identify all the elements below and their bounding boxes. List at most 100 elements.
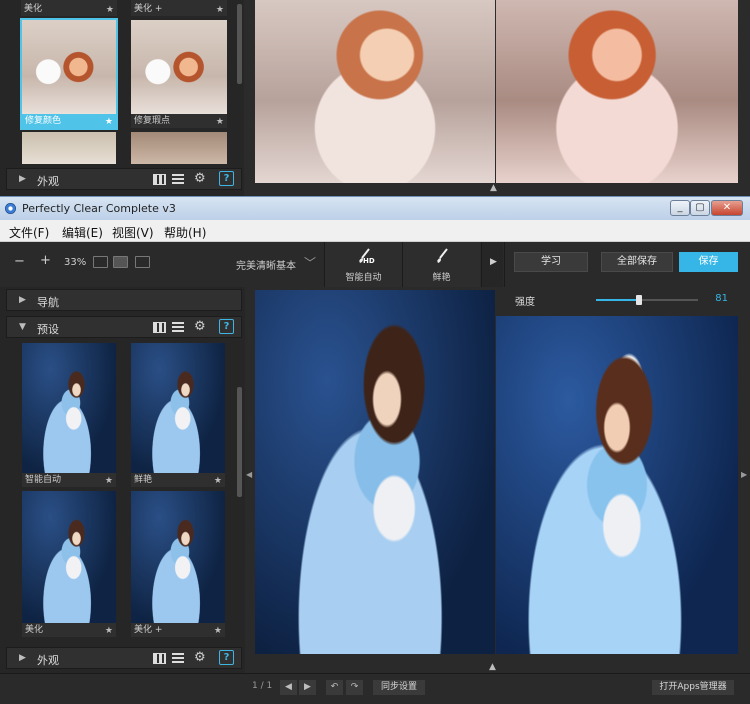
preset-scroll-right[interactable]: ▶: [481, 242, 503, 287]
top-panel-scrollbar[interactable]: [237, 4, 242, 84]
save-all-button[interactable]: 全部保存: [601, 252, 673, 272]
sync-settings-button[interactable]: 同步设置: [373, 680, 425, 695]
preset-thumb-beautify[interactable]: 美化 ★: [22, 491, 116, 637]
grid-view-icon[interactable]: [153, 653, 166, 664]
app-logo-icon: [5, 203, 16, 214]
preset-name[interactable]: 完美清晰基本: [236, 257, 296, 272]
strength-control: 强度 81: [504, 287, 740, 316]
menu-file[interactable]: 文件(F): [9, 224, 49, 241]
preset-slot-smart-auto[interactable]: HD 智能自动: [324, 242, 402, 287]
minimize-button[interactable]: _: [670, 200, 690, 216]
appearance-header[interactable]: ▶ 外观 ⚙ ?: [6, 647, 242, 669]
favorite-star-icon[interactable]: ★: [216, 117, 224, 127]
thumb-label: 美化 +: [134, 625, 163, 635]
page-indicator: 1 / 1: [252, 681, 273, 691]
thumb-image: [22, 343, 116, 473]
thumb-image: [131, 491, 225, 623]
undo-icon[interactable]: ↶: [326, 680, 343, 695]
thumb-image: [22, 491, 116, 623]
preset-thumb-smart-auto[interactable]: 智能自动 ★: [22, 343, 116, 487]
collapse-left-icon[interactable]: ◀: [246, 470, 252, 479]
top-thumb-6[interactable]: [131, 132, 227, 164]
thumb-image: [131, 20, 227, 114]
side-by-side-view-icon[interactable]: [135, 256, 150, 268]
expand-arrow-icon: ▶: [19, 174, 26, 184]
screenshot-root: 美化 ★ 美化 + ★ 修复颜色 ★ 修复瑕点 ★ ▶ 外观 ⚙ ? ▲ Per…: [0, 0, 750, 704]
menu-bar: 文件(F) 编辑(E) 视图(V) 帮助(H): [0, 220, 750, 242]
preset-thumb-beautify-plus[interactable]: 美化 + ★: [131, 491, 225, 637]
preset-slot-vivid[interactable]: 鲜艳: [402, 242, 480, 287]
collapse-up-icon[interactable]: ▲: [490, 183, 497, 193]
redo-icon[interactable]: ↷: [346, 680, 363, 695]
favorite-star-icon[interactable]: ★: [214, 626, 222, 636]
favorite-star-icon[interactable]: ★: [106, 5, 114, 15]
thumb-label: 修复颜色: [22, 114, 116, 128]
gear-icon[interactable]: ⚙: [194, 172, 206, 185]
thumb-label: 美化: [25, 625, 44, 635]
collapse-right-icon[interactable]: ▶: [741, 470, 747, 479]
chevron-right-icon: ▶: [490, 257, 497, 267]
grid-view-icon[interactable]: [153, 322, 166, 333]
left-panel: ▶ 导航 ▼ 预设 ⚙ ? 智能自动 ★ 鲜艳 ★ 美化 ★ 美化 + ★ ▶ …: [0, 287, 245, 673]
preset-thumb-vivid[interactable]: 鲜艳 ★: [131, 343, 225, 487]
prev-image-button[interactable]: ◀: [280, 680, 297, 695]
zoom-in-button[interactable]: +: [40, 253, 51, 268]
thumb-label: 美化: [24, 4, 43, 14]
chevron-down-icon[interactable]: ﹀: [304, 254, 316, 271]
window-title: Perfectly Clear Complete v3: [22, 202, 176, 215]
menu-edit[interactable]: 编辑(E): [62, 224, 103, 241]
zoom-out-button[interactable]: −: [14, 254, 25, 269]
strength-slider-handle[interactable]: [635, 295, 642, 305]
top-thumb-1[interactable]: 美化 ★: [21, 0, 117, 16]
top-thumb-2[interactable]: 美化 + ★: [131, 0, 227, 16]
expand-arrow-icon: ▶: [19, 653, 26, 663]
split-view-icon[interactable]: [113, 256, 128, 268]
collapse-arrow-icon: ▼: [19, 322, 26, 332]
strength-label: 强度: [515, 297, 535, 308]
save-button[interactable]: 保存: [679, 252, 738, 272]
section-title: 外观: [37, 654, 59, 667]
top-thumb-5[interactable]: [22, 132, 116, 164]
list-view-icon[interactable]: [172, 322, 184, 333]
presets-header[interactable]: ▼ 预设 ⚙ ?: [6, 316, 242, 338]
thumb-label: 鲜艳: [134, 475, 153, 485]
favorite-star-icon[interactable]: ★: [105, 476, 113, 486]
help-icon[interactable]: ?: [219, 319, 234, 334]
collapse-up-icon[interactable]: ▲: [489, 662, 496, 672]
next-image-button[interactable]: ▶: [299, 680, 316, 695]
single-view-icon[interactable]: [93, 256, 108, 268]
favorite-star-icon[interactable]: ★: [214, 476, 222, 486]
hd-badge: HD: [363, 257, 375, 265]
grid-view-icon[interactable]: [153, 174, 166, 185]
favorite-star-icon[interactable]: ★: [105, 626, 113, 636]
status-bar: 1 / 1 ◀ ▶ ↶ ↷ 同步设置 打开Apps管理器: [0, 673, 750, 704]
list-view-icon[interactable]: [172, 653, 184, 664]
open-apps-manager-button[interactable]: 打开Apps管理器: [652, 680, 734, 695]
maximize-button[interactable]: ▢: [690, 200, 710, 216]
favorite-star-icon[interactable]: ★: [216, 5, 224, 15]
strength-slider[interactable]: [596, 295, 698, 305]
top-appearance-header[interactable]: ▶ 外观 ⚙ ?: [6, 168, 242, 190]
presets-scrollbar[interactable]: [237, 387, 242, 497]
after-photo: [496, 316, 738, 654]
top-left-panel: 美化 ★ 美化 + ★ 修复颜色 ★ 修复瑕点 ★ ▶ 外观 ⚙ ?: [0, 0, 244, 196]
top-before-photo: [255, 0, 495, 183]
menu-view[interactable]: 视图(V): [112, 224, 154, 241]
favorite-star-icon[interactable]: ★: [105, 117, 113, 127]
strength-value: 81: [715, 293, 728, 304]
list-view-icon[interactable]: [172, 174, 184, 185]
thumb-image: [131, 132, 227, 164]
learn-button[interactable]: 学习: [514, 252, 588, 272]
close-button[interactable]: ✕: [711, 200, 743, 216]
top-thumb-3[interactable]: 修复颜色 ★: [20, 18, 118, 130]
brush-icon: [437, 248, 448, 263]
gear-icon[interactable]: ⚙: [194, 651, 206, 664]
help-icon[interactable]: ?: [219, 171, 234, 186]
top-thumb-4[interactable]: 修复瑕点 ★: [131, 20, 227, 128]
thumb-image: [22, 132, 116, 164]
navigation-header[interactable]: ▶ 导航: [6, 289, 242, 311]
gear-icon[interactable]: ⚙: [194, 320, 206, 333]
thumb-label: 智能自动: [25, 475, 62, 485]
menu-help[interactable]: 帮助(H): [164, 224, 206, 241]
help-icon[interactable]: ?: [219, 650, 234, 665]
